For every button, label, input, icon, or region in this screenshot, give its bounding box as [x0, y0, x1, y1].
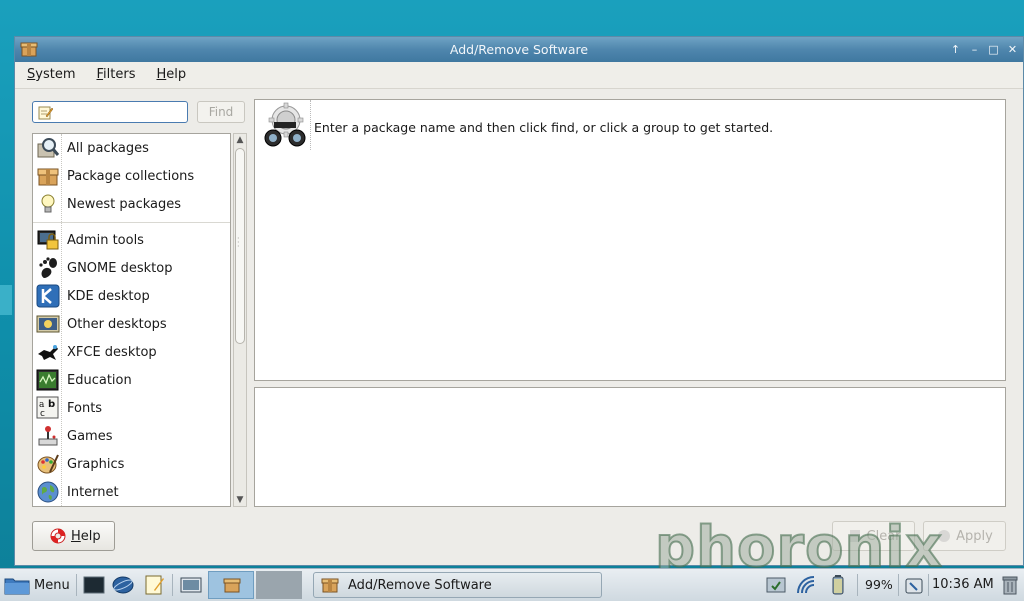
group-item-kde-desktop[interactable]: KDE desktop [33, 282, 230, 310]
group-label: Education [67, 372, 132, 388]
xfce-mouse-icon [38, 345, 58, 360]
text-editor-launcher-icon[interactable] [142, 573, 166, 597]
window-title: Add/Remove Software [449, 42, 589, 57]
group-label: Fonts [67, 400, 103, 416]
group-item-xfce-desktop[interactable]: XFCE desktop [33, 338, 230, 366]
wifi-signal-icon[interactable] [794, 573, 818, 597]
add-remove-software-window: Add/Remove Software ↑ – □ ✕ System Filte… [14, 36, 1024, 566]
group-label: Newest packages [67, 196, 182, 212]
maximize-button[interactable]: □ [987, 43, 1000, 56]
apply-button-label: Apply [956, 528, 993, 544]
battery-icon [832, 575, 844, 595]
group-label: Internet [67, 484, 119, 500]
group-label: All packages [67, 140, 149, 156]
group-label: Admin tools [67, 232, 144, 248]
group-label: Games [67, 428, 113, 444]
show-desktop-icon[interactable] [179, 573, 203, 597]
desktop-icon [36, 315, 60, 333]
education-icon [36, 369, 59, 391]
desktop-edge-decoration [0, 285, 12, 315]
group-item-package-collections[interactable]: Package collections [33, 162, 230, 190]
group-label: KDE desktop [67, 288, 150, 304]
taskbar-task-label: Add/Remove Software [348, 577, 492, 593]
group-item-education[interactable]: Education [33, 366, 230, 394]
start-menu-label: Menu [34, 577, 70, 593]
package-details-pane [254, 387, 1006, 507]
edit-pencil-icon [38, 106, 53, 120]
svg-text:c: c [40, 409, 45, 419]
taskbar-separator [857, 574, 858, 596]
group-item-other-desktops[interactable]: Other desktops [33, 310, 230, 338]
lifebuoy-icon [50, 528, 66, 544]
group-item-games[interactable]: Games [33, 422, 230, 450]
pane-resize-grip-icon[interactable]: · · · [237, 235, 241, 251]
group-separator [33, 222, 230, 223]
group-item-fonts[interactable]: a b c Fonts [33, 394, 230, 422]
package-app-icon [321, 578, 339, 593]
magnifier-icon [37, 138, 60, 158]
terminal-launcher-icon[interactable] [82, 573, 106, 597]
taskbar: Menu Add/Remove Software 99% 10:36 AM [0, 568, 1024, 601]
gnome-foot-icon [39, 257, 57, 278]
help-button-label: Help [71, 528, 101, 544]
battery-percent: 99% [865, 577, 893, 592]
info-pane: Enter a package name and then click find… [254, 99, 1006, 381]
taskbar-task-add-remove-software[interactable]: Add/Remove Software [313, 572, 602, 598]
palette-icon [37, 454, 59, 474]
kde-logo-icon [36, 284, 60, 308]
globe-icon [37, 481, 59, 503]
group-label: Package collections [67, 168, 195, 184]
group-label: XFCE desktop [67, 344, 157, 360]
taskbar-separator [898, 574, 899, 596]
taskbar-separator [76, 574, 77, 596]
menu-system[interactable]: System [15, 62, 85, 88]
package-app-icon [223, 578, 241, 593]
group-item-graphics[interactable]: Graphics [33, 450, 230, 478]
taskbar-separator [928, 574, 929, 596]
trash-icon[interactable] [998, 573, 1022, 597]
group-item-newest-packages[interactable]: Newest packages [33, 190, 230, 218]
group-item-all-packages[interactable]: All packages [33, 134, 230, 162]
admin-lock-icon [37, 230, 59, 250]
menu-bar: System Filters Help [15, 62, 1023, 89]
search-input[interactable] [55, 104, 183, 120]
workspace-1[interactable] [208, 571, 254, 599]
clock[interactable]: 10:36 AM [932, 569, 994, 601]
info-divider [310, 100, 311, 150]
workspace-2[interactable] [256, 571, 302, 599]
menu-filters[interactable]: Filters [85, 62, 145, 88]
minimize-button[interactable]: – [968, 43, 981, 56]
binoculars-gear-icon [264, 102, 306, 147]
group-label: Graphics [67, 456, 125, 472]
folder-menu-icon [4, 578, 30, 595]
group-item-admin-tools[interactable]: Admin tools [33, 226, 230, 254]
fonts-icon: a b c [36, 396, 59, 419]
package-app-icon [20, 42, 38, 57]
network-manager-icon[interactable] [903, 573, 927, 597]
title-bar[interactable]: Add/Remove Software ↑ – □ ✕ [15, 37, 1023, 62]
group-list[interactable]: All packages Package collections Newest … [32, 133, 231, 507]
update-notifier-icon[interactable] [764, 573, 788, 597]
help-button[interactable]: Help [32, 521, 115, 551]
svg-text:b: b [48, 399, 55, 410]
close-button[interactable]: ✕ [1006, 43, 1019, 56]
search-field[interactable] [32, 101, 188, 123]
package-box-icon [37, 168, 59, 186]
group-label: Other desktops [67, 316, 167, 332]
menu-help[interactable]: Help [144, 62, 195, 88]
scroll-up-arrow-icon[interactable]: ▲ [234, 134, 246, 146]
group-label: GNOME desktop [67, 260, 173, 276]
info-message: Enter a package name and then click find… [314, 120, 774, 135]
group-list-scrollbar[interactable]: ▲ ▼ [233, 133, 247, 507]
find-button[interactable]: Find [197, 101, 245, 123]
joystick-icon [38, 426, 58, 446]
group-item-gnome-desktop[interactable]: GNOME desktop [33, 254, 230, 282]
browser-launcher-icon[interactable] [111, 573, 135, 597]
taskbar-separator [172, 574, 173, 596]
lightbulb-icon [41, 194, 55, 213]
group-item-internet[interactable]: Internet [33, 478, 230, 506]
scroll-down-arrow-icon[interactable]: ▼ [234, 494, 246, 506]
start-menu-button[interactable]: Menu [4, 573, 70, 597]
keep-above-button[interactable]: ↑ [949, 43, 962, 56]
